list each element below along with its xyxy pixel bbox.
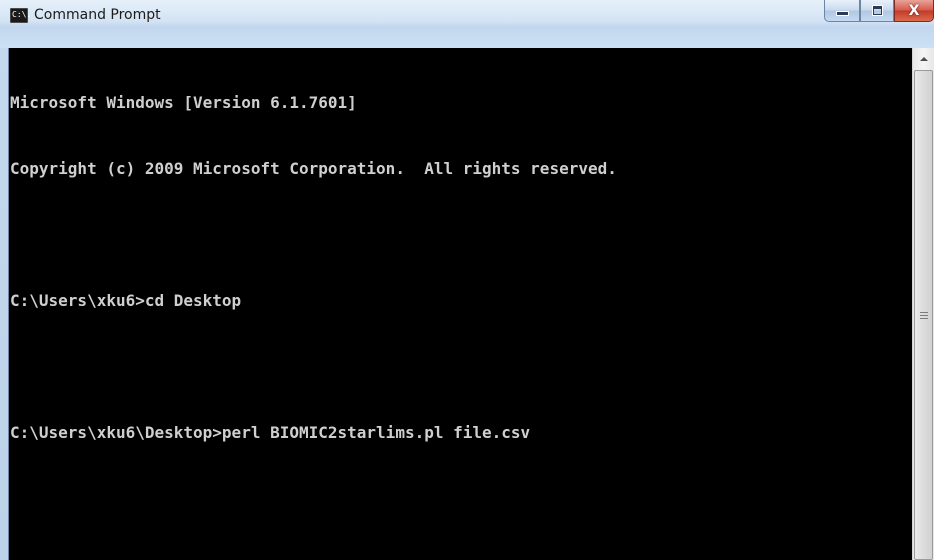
title-bar[interactable]: C:\. Command Prompt X	[0, 0, 934, 48]
vertical-scrollbar[interactable]	[912, 48, 934, 560]
console-lines: Microsoft Windows [Version 6.1.7601] Cop…	[10, 48, 912, 488]
window-title: Command Prompt	[34, 7, 161, 23]
close-button[interactable]: X	[894, 0, 934, 22]
cmd-icon[interactable]: C:\.	[10, 8, 32, 23]
console-line: Copyright (c) 2009 Microsoft Corporation…	[10, 159, 617, 178]
minimize-button[interactable]	[824, 0, 860, 22]
maximize-button[interactable]	[860, 0, 894, 22]
console-line: Microsoft Windows [Version 6.1.7601]	[10, 93, 357, 112]
command-prompt-window: C:\. Command Prompt X Microsoft Windows …	[0, 0, 934, 560]
console-line: C:\Users\xku6>cd Desktop	[10, 291, 242, 310]
maximize-icon	[872, 6, 882, 15]
scroll-up-button[interactable]	[913, 48, 934, 69]
console-line: C:\Users\xku6\Desktop>perl BIOMIC2starli…	[10, 423, 531, 442]
close-icon: X	[908, 2, 920, 19]
console-output[interactable]: Microsoft Windows [Version 6.1.7601] Cop…	[8, 48, 912, 560]
scroll-up-arrow-icon	[919, 56, 928, 61]
grip-icon	[920, 312, 928, 319]
scrollbar-thumb[interactable]	[914, 70, 933, 560]
cmd-icon-label: C:\.	[12, 10, 32, 19]
minimize-icon	[836, 12, 848, 15]
